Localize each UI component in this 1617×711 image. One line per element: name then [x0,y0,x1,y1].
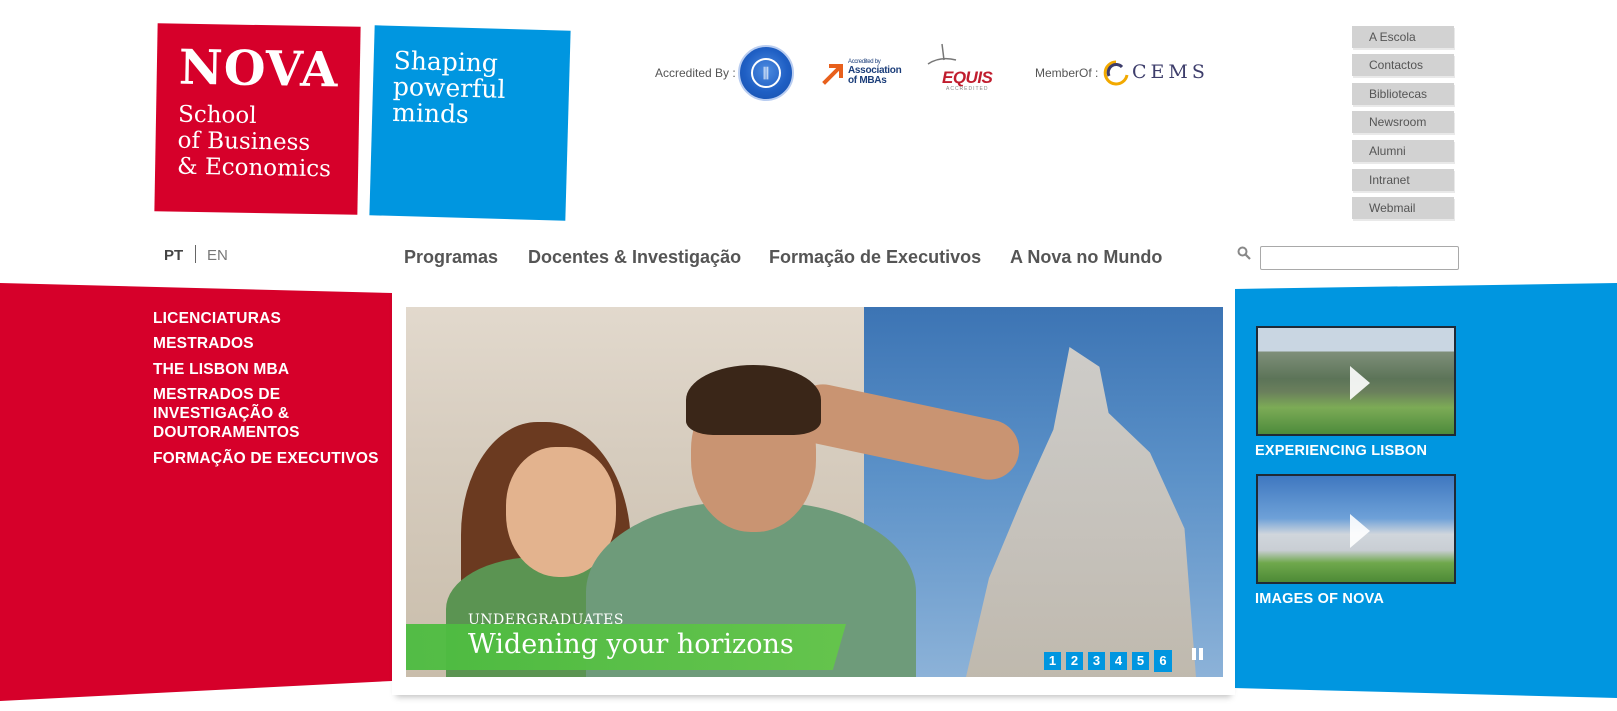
util-link-contactos[interactable]: Contactos [1352,54,1454,76]
program-link-mestrados-investigacao[interactable]: MESTRADOS DE INVESTIGAÇÃO & DOUTORAMENTO… [153,385,300,442]
member-of-label: MemberOf : [1035,66,1099,80]
lang-pt-link[interactable]: PT [164,247,183,264]
logo-nova-block[interactable]: NOVA School of Business & Economics [154,23,361,215]
seal-columns-icon: ⫼ [751,58,781,88]
search-icon[interactable] [1237,246,1251,260]
program-link-text: LICENCIATURAS [153,310,282,327]
cems-logo[interactable]: CEMS [1100,58,1210,88]
nav-docentes-investigacao[interactable]: Docentes & Investigação [528,247,741,268]
slide-page-3[interactable]: 3 [1088,652,1105,670]
hero-slideshow[interactable]: UNDERGRADUATES Widening your horizons 1 … [406,307,1223,677]
pause-icon[interactable] [1192,648,1204,660]
nav-programas[interactable]: Programas [404,247,498,268]
tagline-line: minds [391,97,470,129]
video-label-images-of-nova[interactable]: IMAGES OF NOVA [1255,591,1384,607]
logo-school-line: of Business [177,127,311,156]
video-thumb-images-of-nova[interactable] [1256,474,1456,584]
video-thumb-experiencing-lisbon[interactable] [1256,326,1456,436]
slide-page-6[interactable]: 6 [1154,650,1172,672]
amba-text: Accredited by Association of MBAs [848,59,902,86]
accredited-by-label: Accredited By : [655,66,736,80]
program-link-text: MESTRADOS DE [153,386,281,403]
logo-wordmark: NOVA [178,39,339,99]
slide-page-2[interactable]: 2 [1066,652,1083,670]
hero-title[interactable]: Widening your horizons [468,629,794,660]
nav-a-nova-no-mundo[interactable]: A Nova no Mundo [1010,247,1162,268]
lang-divider [195,245,196,263]
util-link-a-escola[interactable]: A Escola [1352,26,1454,48]
logo-school-name: School of Business & Economics [177,102,332,183]
logo-tagline: Shaping powerful minds [391,46,507,129]
logo-tagline-block: Shaping powerful minds [369,25,571,221]
equis-subtext: ACCREDITED [946,86,989,92]
play-icon[interactable] [1350,514,1370,548]
util-link-webmail[interactable]: Webmail [1352,197,1454,219]
aacsb-seal-icon[interactable]: ⫼ [738,45,794,101]
program-link-lisbon-mba[interactable]: THE LISBON MBA [153,360,289,379]
slide-page-5[interactable]: 5 [1132,652,1149,670]
util-link-intranet[interactable]: Intranet [1352,169,1454,191]
lang-en-link[interactable]: EN [207,247,228,264]
program-link-licenciaturas[interactable]: LICENCIATURAS [153,309,281,328]
program-link-text: INVESTIGAÇÃO & [153,405,290,422]
nav-formacao-executivos[interactable]: Formação de Executivos [769,247,981,268]
program-link-text: FORMAÇÃO DE EXECUTIVOS [153,450,379,467]
cems-swirl-icon [1103,60,1129,86]
cems-text: CEMS [1132,61,1209,83]
util-link-newsroom[interactable]: Newsroom [1352,111,1454,133]
search-input[interactable] [1260,246,1459,270]
amba-logo[interactable]: Accredited by Association of MBAs [822,57,906,91]
slide-page-1[interactable]: 1 [1044,652,1061,670]
util-link-bibliotecas[interactable]: Bibliotecas [1352,83,1454,105]
program-link-text: MESTRADOS [153,335,254,352]
logo-school-line: & Economics [176,153,332,183]
program-link-text: DOUTORAMENTOS [153,424,300,441]
amba-text-line: of MBAs [848,75,887,86]
logo-school-line: School [177,101,257,129]
hero-kicker: UNDERGRADUATES [468,612,624,628]
play-icon[interactable] [1350,366,1370,400]
program-link-text: THE LISBON MBA [153,361,290,378]
program-link-mestrados[interactable]: MESTRADOS [153,334,254,353]
amba-arrow-icon [822,64,843,85]
slide-page-4[interactable]: 4 [1110,652,1127,670]
equis-text: EQUIS [942,68,993,87]
util-link-alumni[interactable]: Alumni [1352,140,1454,162]
hero-man-hair [686,365,821,435]
video-label-experiencing-lisbon[interactable]: EXPERIENCING LISBON [1255,443,1427,459]
equis-logo[interactable]: EQUIS ACCREDITED [926,42,996,92]
program-link-formacao-executivos[interactable]: FORMAÇÃO DE EXECUTIVOS [153,449,379,468]
